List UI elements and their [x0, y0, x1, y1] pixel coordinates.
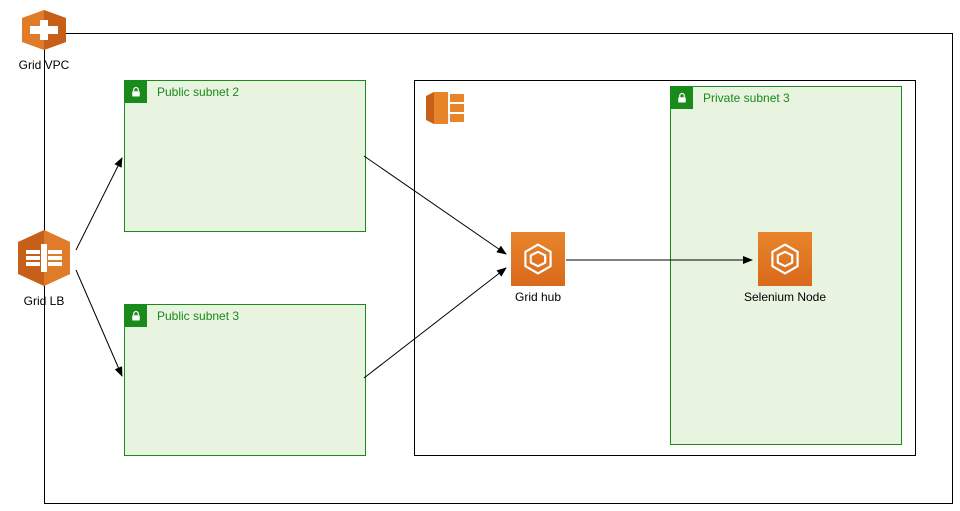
- ecs-cluster-icon: [424, 88, 468, 128]
- vpc-icon: [16, 6, 72, 54]
- public-subnet-2-label: Public subnet 2: [157, 85, 239, 99]
- load-balancer-icon: [12, 226, 76, 290]
- lock-icon: [671, 87, 693, 109]
- public-subnet-2: Public subnet 2: [124, 80, 366, 232]
- public-subnet-3: Public subnet 3: [124, 304, 366, 456]
- ecs-service-icon: [758, 232, 812, 286]
- public-subnet-3-label: Public subnet 3: [157, 309, 239, 323]
- vpc-label: Grid VPC: [16, 58, 72, 72]
- lb-icon-block: Grid LB: [12, 226, 76, 308]
- vpc-icon-block: Grid VPC: [16, 6, 72, 72]
- selenium-node-label: Selenium Node: [740, 290, 830, 304]
- selenium-node: Selenium Node: [740, 232, 830, 304]
- ecs-service-icon: [511, 232, 565, 286]
- lock-icon: [125, 305, 147, 327]
- lb-label: Grid LB: [12, 294, 76, 308]
- lock-icon: [125, 81, 147, 103]
- grid-hub-node: Grid hub: [498, 232, 578, 304]
- grid-hub-label: Grid hub: [498, 290, 578, 304]
- private-subnet-3-label: Private subnet 3: [703, 91, 790, 105]
